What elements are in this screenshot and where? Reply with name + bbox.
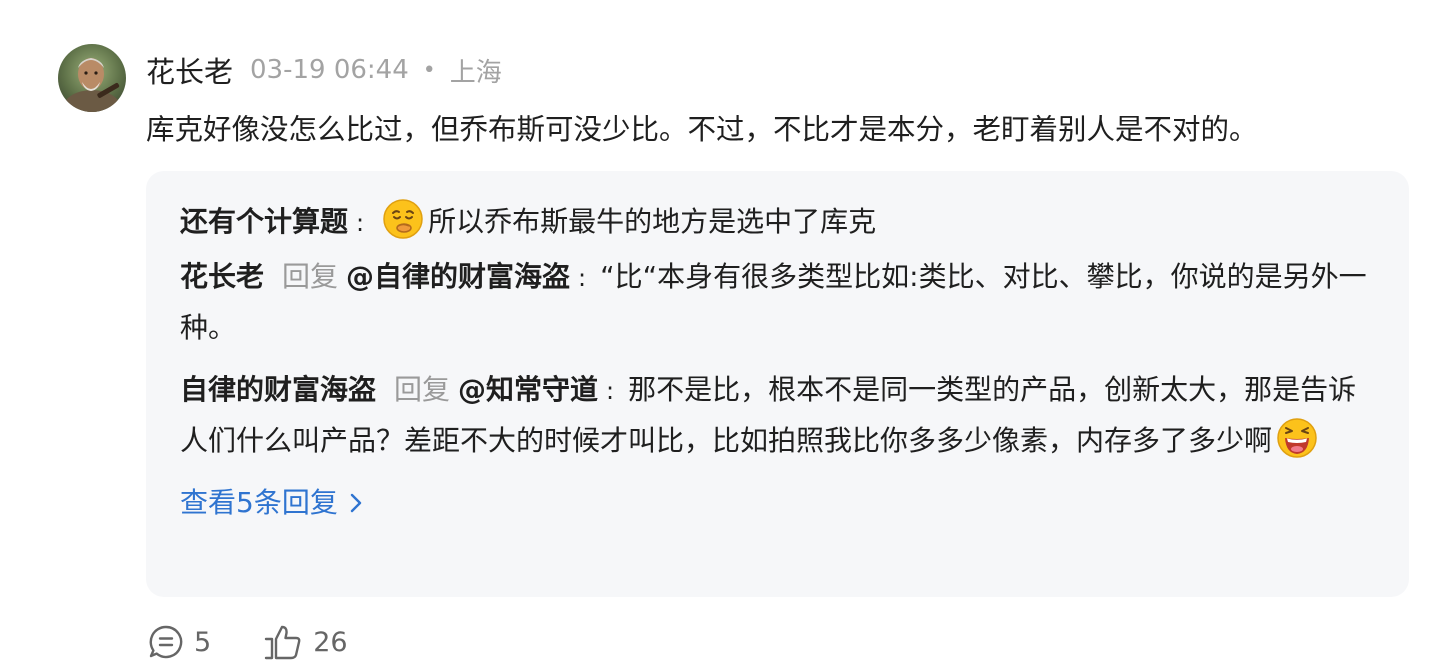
reply-item: 花长老 回复 @自律的财富海盗: “比“本身有很多类型比如:类比、对比、攀比，你说的是… — [180, 252, 1379, 353]
thinking-face-emoji — [383, 199, 423, 239]
comment-location: 上海 — [449, 57, 502, 88]
view-more-label: 查看5条回复 — [180, 486, 338, 519]
avatar[interactable] — [58, 44, 126, 112]
reply-colon: : — [356, 209, 365, 237]
view-more-replies-link[interactable]: 查看5条回复 — [180, 478, 362, 528]
author-name[interactable]: 花长老 — [146, 49, 233, 91]
comment-header: 花长老 03-19 06:44 • 上海 — [146, 48, 502, 92]
reply-author[interactable]: 自律的财富海盗 — [180, 373, 376, 406]
reply-target[interactable]: @知常守道 — [458, 373, 598, 406]
reply-colon: : — [578, 264, 587, 292]
comment-actions: 5 26 — [148, 620, 348, 664]
chevron-right-icon — [350, 493, 362, 513]
reply-text: 所以乔布斯最牛的地方是选中了库克 — [428, 205, 877, 238]
comment-count: 5 — [194, 626, 212, 658]
replies-panel: 还有个计算题: 所以乔布斯最牛的地方是选中了库克 花长老 回复 @自律的财富海盗: “… — [146, 171, 1409, 597]
reply-word: 回复 — [282, 260, 339, 293]
reply-item: 自律的财富海盗 回复 @知常守道: 那不是比，根本不是同一类型的产品，创新太大，那是告… — [180, 365, 1379, 466]
reply-item: 还有个计算题: 所以乔布斯最牛的地方是选中了库克 — [180, 197, 1379, 248]
comment-content: 库克好像没怎么比过，但乔布斯可没少比。不过，不比才是本分，老盯着别人是不对的。 — [146, 113, 1258, 146]
reply-word: 回复 — [394, 373, 451, 406]
thumbs-up-icon — [264, 625, 301, 660]
reply-target[interactable]: @自律的财富海盗 — [346, 260, 570, 293]
reply-author[interactable]: 花长老 — [180, 260, 264, 293]
reply-colon: : — [606, 377, 615, 405]
meta-separator: • — [422, 57, 436, 83]
like-count: 26 — [313, 626, 348, 658]
comment-icon — [149, 625, 183, 659]
laughing-face-emoji — [1277, 418, 1317, 458]
reply-action[interactable]: 5 — [148, 624, 211, 660]
reply-author[interactable]: 还有个计算题 — [180, 205, 348, 238]
comment-timestamp: 03-19 06:44 — [250, 55, 409, 85]
like-action[interactable]: 26 — [263, 624, 348, 660]
